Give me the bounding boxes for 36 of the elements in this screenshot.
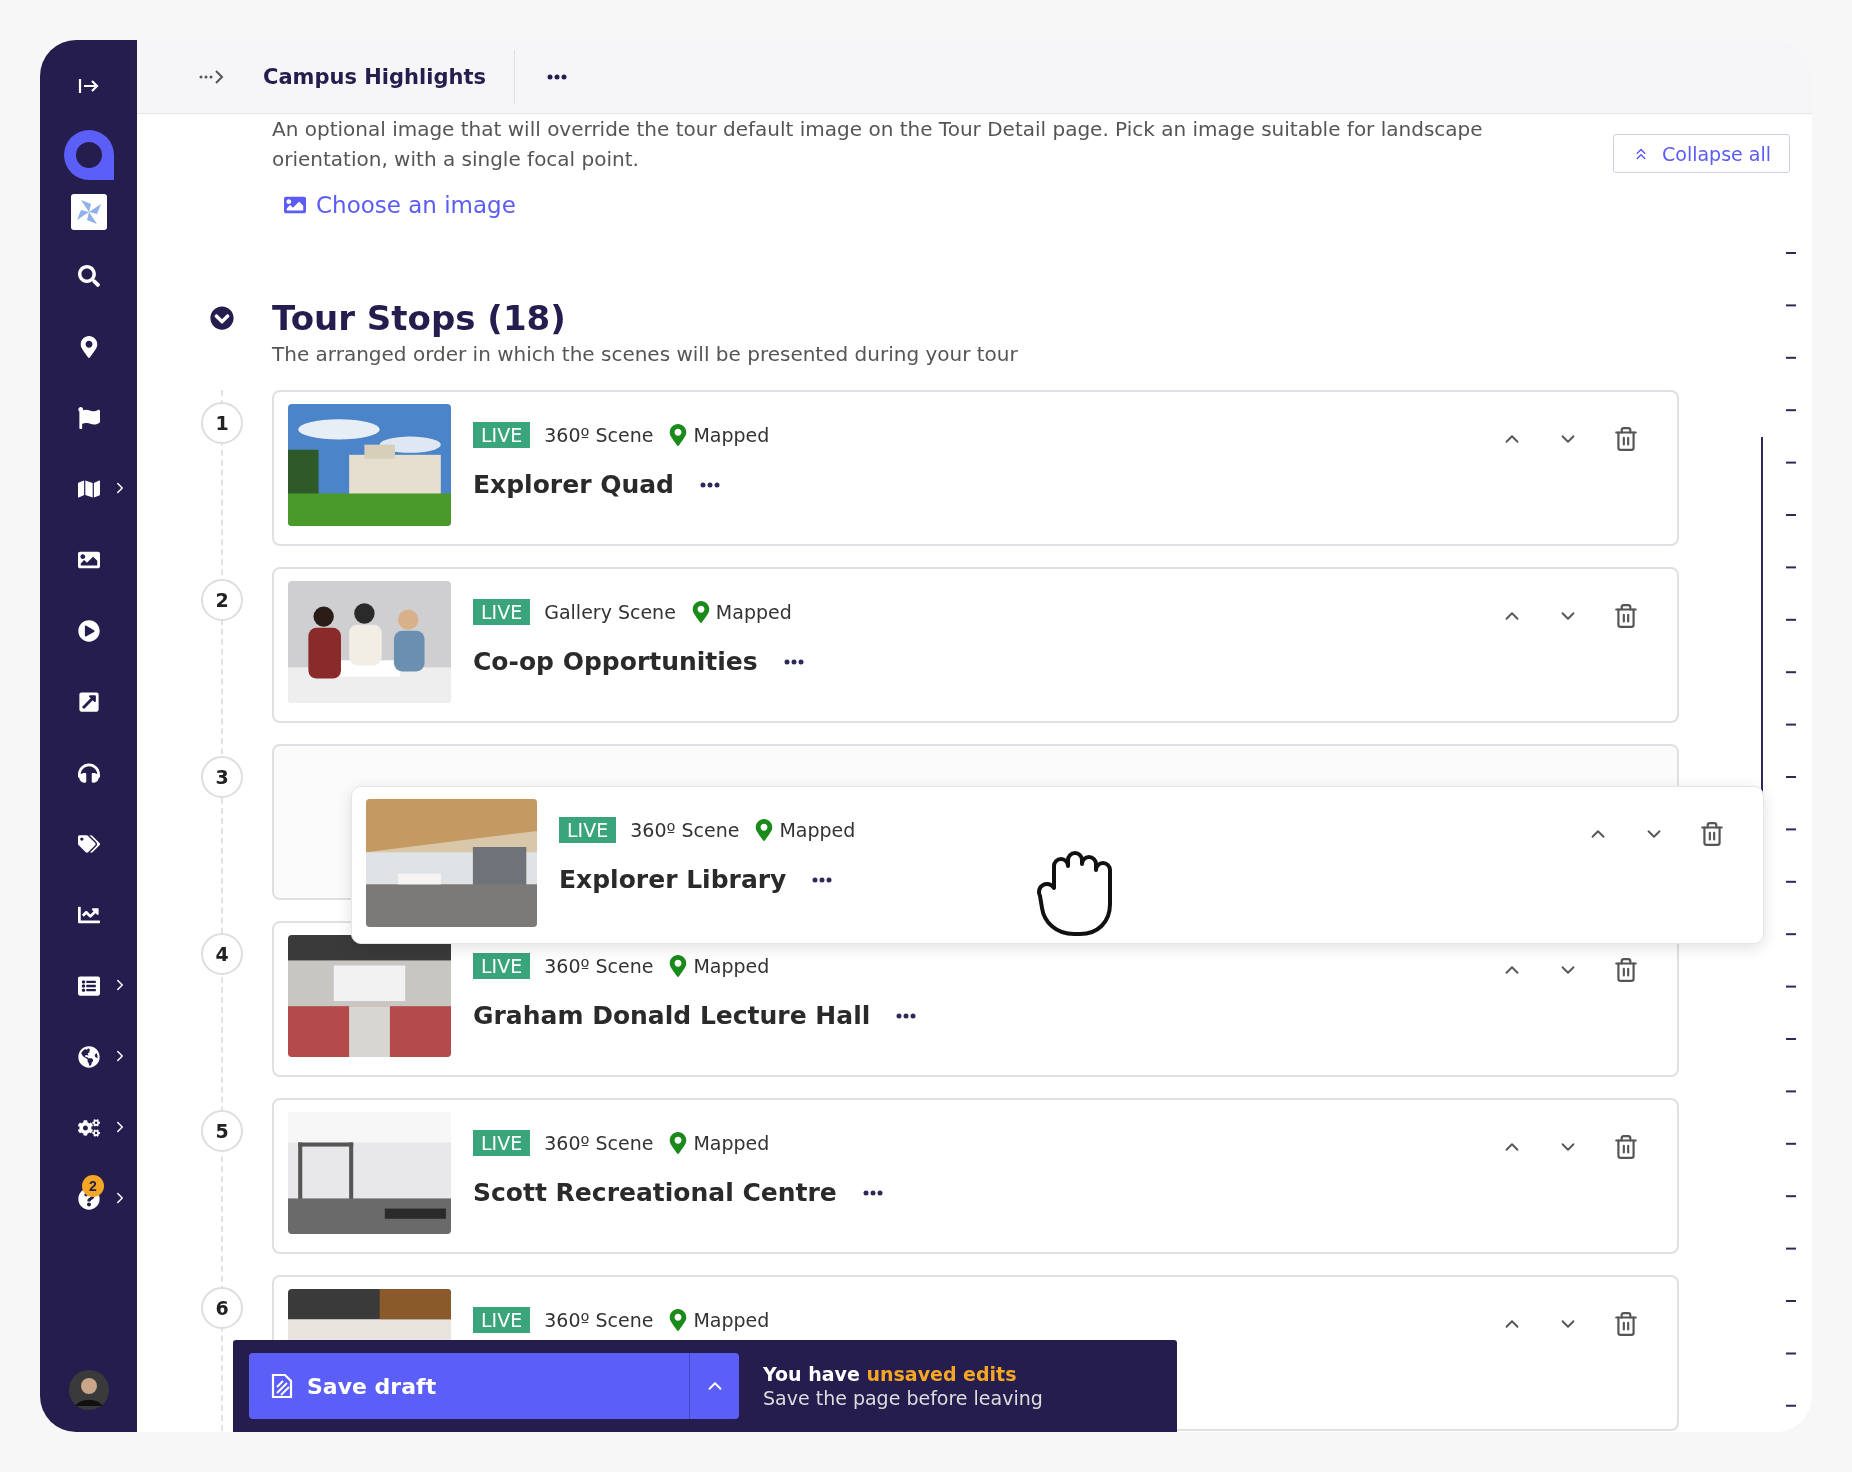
map-status: Mapped: [667, 424, 770, 446]
stop-number: 1: [201, 402, 243, 444]
scene-type: 360º Scene: [544, 1309, 654, 1331]
section-title: Tour Stops (18): [272, 298, 567, 338]
status-badge: LIVE: [559, 817, 617, 843]
stop-number: 5: [201, 1110, 243, 1152]
stop-number: 3: [201, 756, 243, 798]
map-status: Mapped: [753, 819, 856, 841]
status-badge: LIVE: [473, 422, 531, 448]
map-status: Mapped: [667, 1309, 770, 1331]
unsaved-hint: Save the page before leaving: [763, 1387, 1043, 1409]
stop-number: 6: [201, 1287, 243, 1329]
status-badge: LIVE: [473, 953, 531, 979]
notification-badge: 2: [82, 1175, 104, 1197]
section-subtitle: The arranged order in which the scenes will be presented during your tour: [272, 342, 1019, 366]
unsaved-message: You have unsaved edits: [763, 1363, 1018, 1385]
stop-title: Scott Recreational Centre: [473, 1178, 837, 1207]
stop-title: Explorer Library: [559, 865, 787, 894]
scene-type: Gallery Scene: [544, 601, 676, 623]
image-description: An optional image that will override the tour default image on the Tour Detail page. Pick an image suitable for landscape orientation, with a single focal point.: [272, 116, 1484, 173]
map-status: Mapped: [667, 955, 770, 977]
status-badge: LIVE: [473, 1130, 531, 1156]
scene-type: 360º Scene: [630, 819, 740, 841]
map-status: Mapped: [689, 601, 792, 623]
scene-type: 360º Scene: [544, 1132, 654, 1154]
stop-number: 4: [201, 933, 243, 975]
map-status: Mapped: [667, 1132, 770, 1154]
scene-type: 360º Scene: [544, 955, 654, 977]
stop-title: Graham Donald Lecture Hall: [473, 1001, 871, 1030]
scene-type: 360º Scene: [544, 424, 654, 446]
stop-title: Explorer Quad: [473, 470, 674, 499]
status-badge: LIVE: [473, 1307, 531, 1333]
status-badge: LIVE: [473, 599, 531, 625]
stop-title: Co-op Opportunities: [473, 647, 758, 676]
stop-number: 2: [201, 579, 243, 621]
page-title: Campus Highlights: [263, 49, 515, 104]
